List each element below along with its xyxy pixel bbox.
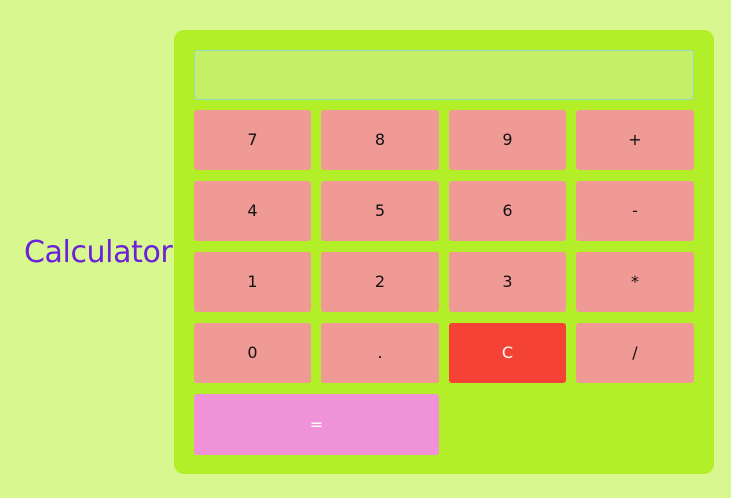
- digit-3-button[interactable]: 3: [449, 252, 566, 312]
- decimal-button[interactable]: .: [321, 323, 439, 383]
- calculator-panel: 7 8 9 + 4 5 6 - 1 2 3 * 0 . C / =: [174, 30, 714, 474]
- plus-button[interactable]: +: [576, 110, 694, 170]
- digit-8-button[interactable]: 8: [321, 110, 439, 170]
- calculator-display[interactable]: [194, 50, 694, 100]
- multiply-button[interactable]: *: [576, 252, 694, 312]
- digit-6-button[interactable]: 6: [449, 181, 566, 241]
- digit-5-button[interactable]: 5: [321, 181, 439, 241]
- digit-1-button[interactable]: 1: [194, 252, 311, 312]
- digit-9-button[interactable]: 9: [449, 110, 566, 170]
- divide-button[interactable]: /: [576, 323, 694, 383]
- clear-button[interactable]: C: [449, 323, 566, 383]
- equals-button[interactable]: =: [194, 394, 439, 455]
- digit-2-button[interactable]: 2: [321, 252, 439, 312]
- digit-7-button[interactable]: 7: [194, 110, 311, 170]
- digit-4-button[interactable]: 4: [194, 181, 311, 241]
- page-title: Calculator: [24, 235, 173, 270]
- digit-0-button[interactable]: 0: [194, 323, 311, 383]
- minus-button[interactable]: -: [576, 181, 694, 241]
